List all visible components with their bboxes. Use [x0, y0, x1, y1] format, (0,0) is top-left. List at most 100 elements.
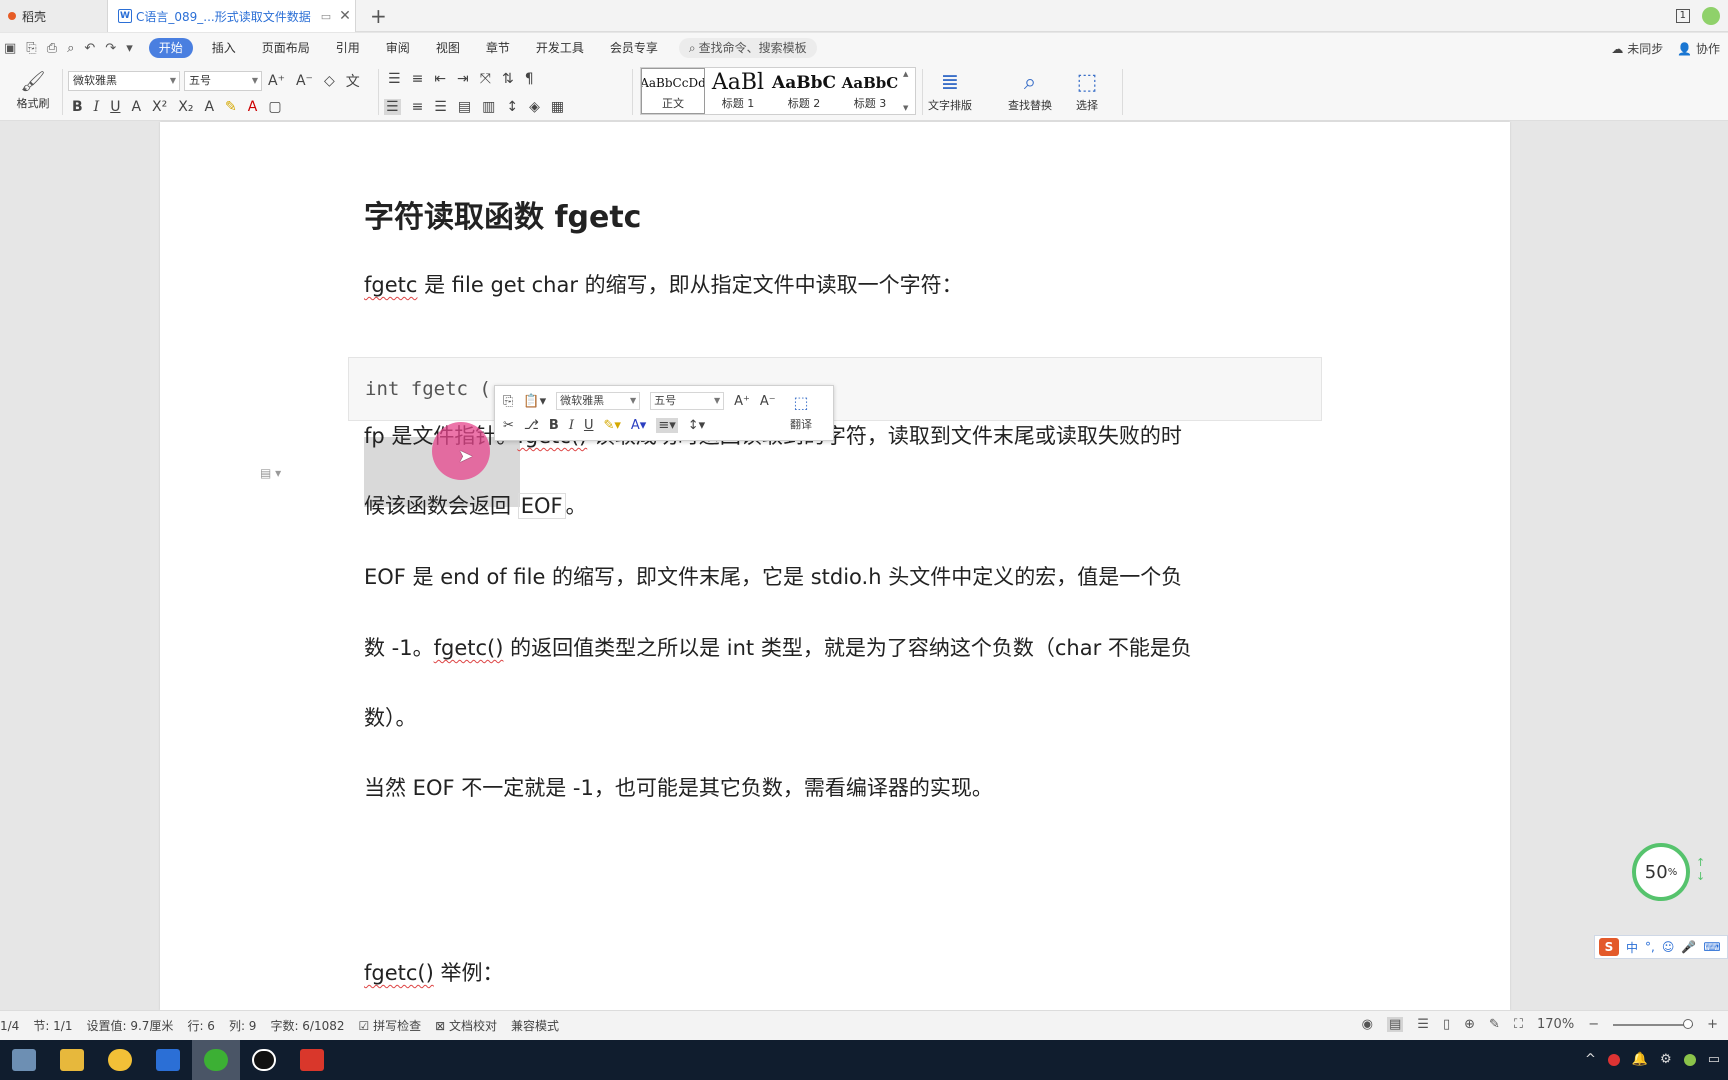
- line-spacing-icon[interactable]: ↕: [506, 99, 518, 115]
- distributed-align-icon[interactable]: ▥: [482, 99, 495, 115]
- sort-icon[interactable]: ⇅: [502, 71, 514, 87]
- tab-insert[interactable]: 插入: [199, 38, 249, 58]
- taskbar-folder-icon[interactable]: [48, 1040, 96, 1080]
- print-icon[interactable]: ⎙: [47, 41, 57, 56]
- tab-start[interactable]: 开始: [148, 38, 193, 58]
- tab-developer[interactable]: 开发工具: [523, 38, 597, 58]
- highlight-icon[interactable]: ✎: [225, 99, 237, 115]
- underline-icon[interactable]: U: [584, 418, 594, 433]
- style-heading-3[interactable]: AaBbC 标题 3: [837, 68, 903, 114]
- text-layout-button[interactable]: ≣ 文字排版: [928, 69, 972, 113]
- style-heading-1[interactable]: AaBl 标题 1: [705, 68, 771, 114]
- outline-view-icon[interactable]: ☰: [1417, 1017, 1429, 1032]
- zoom-slider-knob[interactable]: [1683, 1018, 1694, 1029]
- mini-size-select[interactable]: 五号 ▼: [650, 392, 725, 410]
- font-color-icon[interactable]: A: [248, 99, 258, 115]
- write-mode-icon[interactable]: ✎: [1489, 1017, 1500, 1032]
- tab-minimize-icon[interactable]: ▭: [321, 10, 331, 23]
- fit-page-icon[interactable]: ⛶: [1514, 1017, 1523, 1032]
- text-effect-icon[interactable]: A: [204, 99, 214, 115]
- keyboard-icon[interactable]: ⌨: [1703, 940, 1720, 954]
- undo-icon[interactable]: ↶: [84, 41, 95, 56]
- tab-references[interactable]: 引用: [323, 38, 373, 58]
- char-border-icon[interactable]: ▢: [268, 99, 281, 115]
- tab-view[interactable]: 视图: [423, 38, 473, 58]
- tab-home[interactable]: 稻壳: [0, 0, 108, 32]
- font-size-select[interactable]: 五号 ▼: [184, 71, 262, 91]
- clear-format-icon[interactable]: ◇: [324, 73, 335, 89]
- select-button[interactable]: ⬚ 选择: [1076, 69, 1098, 113]
- tray-app-icon[interactable]: ⚙: [1660, 1052, 1672, 1067]
- style-normal[interactable]: AaBbCcDd 正文: [641, 68, 705, 114]
- paste-icon[interactable]: 📋▾: [523, 394, 546, 409]
- web-view-icon[interactable]: ⊕: [1464, 1017, 1475, 1032]
- redo-icon[interactable]: ↷: [105, 41, 116, 56]
- find-replace-button[interactable]: ⌕ 查找替换: [1008, 69, 1052, 113]
- tray-bell-icon[interactable]: 🔔: [1632, 1052, 1648, 1067]
- subscript-icon[interactable]: X₂: [178, 99, 193, 115]
- decrease-indent-icon[interactable]: ⇤: [434, 71, 446, 87]
- chinese-layout-icon[interactable]: ⤧: [480, 71, 491, 87]
- tray-record-icon[interactable]: [1607, 1053, 1620, 1066]
- zoom-level[interactable]: 170%: [1537, 1017, 1574, 1032]
- shading-icon[interactable]: ◈: [529, 99, 540, 115]
- eye-protection-icon[interactable]: ◉: [1362, 1017, 1373, 1032]
- strikethrough-icon[interactable]: A: [131, 99, 141, 115]
- highlight-icon[interactable]: ✎▾: [603, 418, 620, 433]
- ime-toolbar[interactable]: S 中 °, ☺ 🎤 ⌨: [1594, 935, 1728, 959]
- sync-status-button[interactable]: ☁ 未同步: [1611, 40, 1663, 57]
- doc-proof-button[interactable]: ⊠ 文档校对: [435, 1017, 497, 1034]
- underline-icon[interactable]: U: [110, 99, 120, 115]
- increase-font-icon[interactable]: A⁺: [734, 394, 750, 409]
- tab-section[interactable]: 章节: [473, 38, 523, 58]
- decrease-font-icon[interactable]: A⁻: [760, 394, 776, 409]
- status-wordcount[interactable]: 字数: 6/1082: [270, 1017, 344, 1034]
- taskbar-media-icon[interactable]: [288, 1040, 336, 1080]
- command-search-input[interactable]: ⌕ 查找命令、搜索模板: [678, 38, 817, 58]
- collaborate-button[interactable]: 👤 协作: [1677, 40, 1720, 57]
- page-count-indicator[interactable]: 1: [1675, 9, 1690, 23]
- superscript-icon[interactable]: X²: [152, 99, 167, 115]
- increase-indent-icon[interactable]: ⇥: [457, 71, 469, 87]
- save-icon[interactable]: ▣: [4, 41, 16, 56]
- page-view-icon[interactable]: ▤: [1386, 1017, 1404, 1032]
- taskbar-computer-icon[interactable]: [0, 1040, 48, 1080]
- tab-member[interactable]: 会员专享: [597, 38, 671, 58]
- decrease-font-icon[interactable]: A⁻: [296, 73, 313, 89]
- zoom-slider[interactable]: [1613, 1018, 1694, 1029]
- format-painter-button[interactable]: 🖌 格式刷: [10, 69, 56, 111]
- style-heading-2[interactable]: AaBbC 标题 2: [771, 68, 837, 114]
- font-color-icon[interactable]: A▾: [631, 418, 646, 433]
- taskbar-wechat-icon[interactable]: [192, 1040, 240, 1080]
- ime-language[interactable]: 中: [1626, 939, 1638, 956]
- tab-review[interactable]: 审阅: [373, 38, 423, 58]
- bullet-list-icon[interactable]: ☰: [388, 71, 401, 87]
- line-spacing-icon[interactable]: ↕▾: [688, 418, 705, 433]
- punctuation-icon[interactable]: °,: [1645, 940, 1655, 954]
- tray-plus-icon[interactable]: [1683, 1053, 1696, 1066]
- cut-icon[interactable]: ✂: [503, 418, 514, 433]
- zoom-in-icon[interactable]: +: [1707, 1017, 1718, 1032]
- increase-font-icon[interactable]: A⁺: [268, 73, 285, 89]
- bold-icon[interactable]: B: [549, 418, 559, 433]
- numbered-list-icon[interactable]: ≡: [412, 71, 424, 87]
- vip-gem-icon[interactable]: [1702, 7, 1720, 25]
- speed-ring-widget[interactable]: 50%: [1632, 843, 1690, 901]
- taskbar-app-icon[interactable]: [96, 1040, 144, 1080]
- translate-button[interactable]: ⬚ 翻译: [790, 390, 812, 432]
- copy-icon[interactable]: ⎘: [503, 394, 513, 409]
- align-icon[interactable]: ≡▾: [656, 418, 678, 433]
- align-right-icon[interactable]: ☰: [434, 99, 447, 115]
- align-center-icon[interactable]: ≡: [412, 99, 424, 115]
- show-hide-marks-icon[interactable]: ¶: [525, 71, 534, 87]
- tray-expand-icon[interactable]: ^: [1585, 1052, 1596, 1067]
- borders-icon[interactable]: ▦: [551, 99, 564, 115]
- italic-icon[interactable]: I: [569, 418, 574, 433]
- taskbar-recorder-icon[interactable]: [240, 1040, 288, 1080]
- italic-icon[interactable]: I: [94, 99, 100, 115]
- align-left-icon[interactable]: ☰: [384, 99, 401, 115]
- taskbar-wps-writer-icon[interactable]: [144, 1040, 192, 1080]
- paragraph-handle-icon[interactable]: ▤ ▾: [260, 466, 281, 480]
- bold-icon[interactable]: B: [72, 99, 83, 115]
- justify-icon[interactable]: ▤: [458, 99, 471, 115]
